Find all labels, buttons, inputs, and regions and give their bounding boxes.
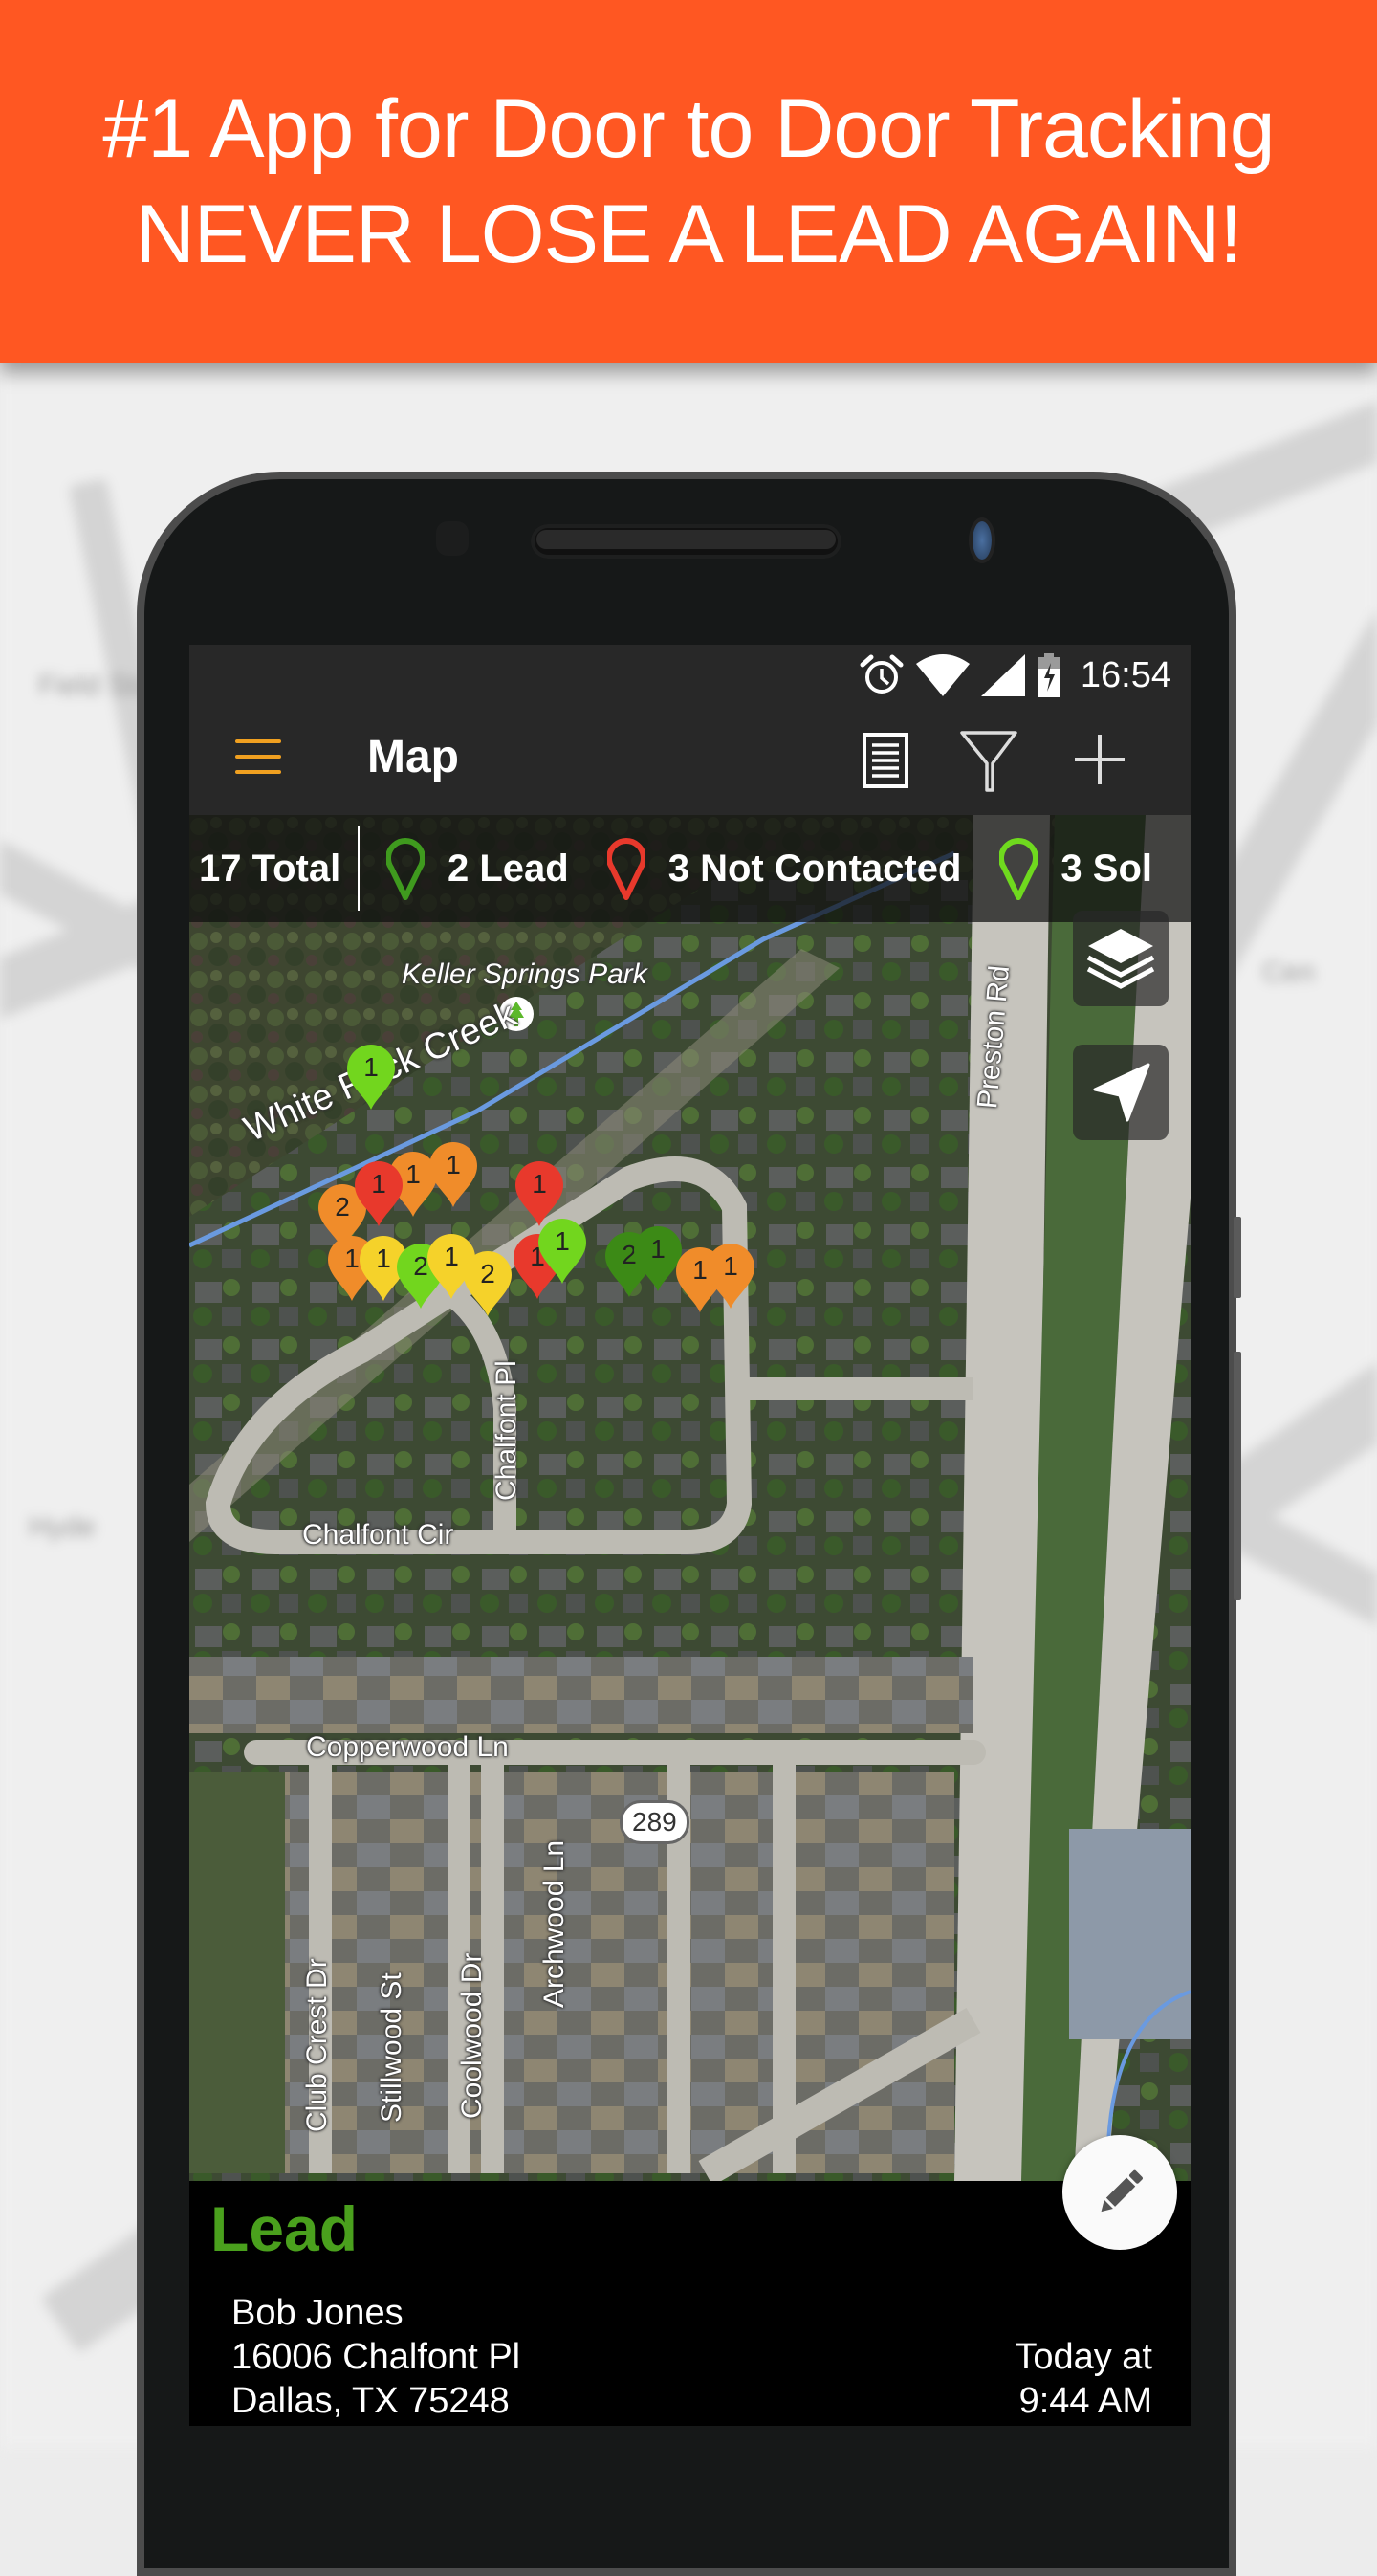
map-label-chalfont-pl: Chalfont Pl	[491, 1360, 522, 1501]
my-location-icon	[1093, 1063, 1150, 1122]
front-camera	[973, 521, 992, 560]
lead-pin[interactable]: 1	[536, 1217, 589, 1286]
lead-pin[interactable]: 1	[352, 1159, 405, 1228]
app-toolbar: Map	[189, 704, 1191, 815]
map-pin-outline-icon	[386, 838, 425, 900]
legend-label: 3 Not Contacted	[667, 847, 962, 890]
filter-button[interactable]	[958, 729, 1017, 792]
lead-time-line2: 9:44 AM	[1018, 2381, 1152, 2421]
layers-button[interactable]	[1073, 911, 1169, 1006]
legend-item-not-contacted[interactable]: 3 Not Contacted	[606, 837, 962, 900]
legend-divider	[358, 826, 360, 911]
banner-headline: #1 App for Door to Door Tracking	[102, 83, 1275, 175]
legend-label: 2 Lead	[448, 847, 569, 890]
battery-charging-icon	[1037, 653, 1060, 697]
list-view-icon	[863, 733, 908, 788]
pin-count: 1	[363, 1052, 379, 1082]
lead-pin[interactable]: 1	[344, 1043, 398, 1112]
lead-pin[interactable]: 1	[704, 1242, 757, 1310]
app-screen: 16:54 Map 17 Total 2 Lead 3 Not Contacte…	[189, 645, 1191, 2426]
pin-count: 2	[480, 1259, 495, 1288]
list-view-button[interactable]	[857, 729, 914, 790]
highway-shield-289: 289	[620, 1800, 689, 1844]
map-view[interactable]: 17 Total 2 Lead 3 Not Contacted 3 Sol Ke…	[189, 815, 1191, 2181]
map-pin-outline-icon	[606, 838, 645, 900]
map-label-park: Keller Springs Park	[402, 958, 647, 990]
edit-lead-button[interactable]	[1062, 2135, 1177, 2250]
pencil-icon	[1101, 2169, 1143, 2213]
plus-icon	[1075, 735, 1125, 784]
legend-item-lead[interactable]: 2 Lead	[386, 837, 569, 900]
alarm-icon	[860, 654, 904, 694]
status-bar: 16:54	[189, 645, 1191, 704]
status-legend: 17 Total 2 Lead 3 Not Contacted 3 Sol	[189, 815, 1191, 922]
satellite-imagery	[189, 815, 1191, 2181]
earpiece-speaker	[531, 524, 842, 559]
clock: 16:54	[1080, 654, 1171, 695]
cell-signal-icon	[980, 654, 1025, 696]
promo-banner: #1 App for Door to Door Tracking NEVER L…	[0, 0, 1377, 363]
add-button[interactable]	[1071, 729, 1128, 790]
lead-address-line2: Dallas, TX 75248	[231, 2381, 510, 2421]
wifi-icon	[915, 654, 970, 696]
menu-button[interactable]	[235, 738, 283, 780]
filter-icon	[960, 731, 1017, 792]
map-label-copperwood-ln: Copperwood Ln	[306, 1731, 509, 1763]
legend-label: 3 Sol	[1060, 847, 1152, 890]
page-title: Map	[367, 732, 459, 782]
lead-status: Lead	[210, 2193, 359, 2264]
layers-icon	[1086, 929, 1155, 989]
pin-count: 1	[723, 1251, 738, 1281]
legend-total: 17 Total	[199, 847, 341, 890]
legend-item-sold[interactable]: 3 Sol	[999, 837, 1152, 900]
pin-count: 1	[446, 1150, 461, 1179]
map-pin-outline-icon	[999, 838, 1038, 900]
map-label-stillwood-st: Stillwood St	[376, 1972, 407, 2123]
pin-count: 1	[555, 1226, 570, 1256]
lead-info-panel[interactable]: Lead Bob Jones 16006 Chalfont Pl Dallas,…	[189, 2181, 1191, 2426]
map-label-club-crest-dr: Club Crest Dr	[301, 1958, 333, 2132]
pin-count: 1	[371, 1169, 386, 1199]
lead-pin[interactable]: 1	[426, 1140, 480, 1209]
map-label-coolwood-dr: Coolwood Dr	[456, 1952, 488, 2119]
proximity-sensor	[436, 521, 469, 556]
map-label-chalfont-cir: Chalfont Cir	[302, 1519, 454, 1551]
phone-side-button	[1234, 1217, 1241, 1298]
lead-address-line1: 16006 Chalfont Pl	[231, 2337, 521, 2377]
banner-tagline: NEVER LOSE A LEAD AGAIN!	[135, 188, 1243, 280]
map-label-archwood-ln: Archwood Ln	[538, 1839, 570, 2008]
my-location-button[interactable]	[1073, 1045, 1169, 1140]
phone-side-button	[1234, 1352, 1241, 1600]
lead-name: Bob Jones	[231, 2293, 404, 2333]
lead-time-line1: Today at	[1015, 2337, 1152, 2377]
lead-pin[interactable]: 2	[461, 1249, 514, 1318]
pin-count: 1	[532, 1169, 547, 1199]
